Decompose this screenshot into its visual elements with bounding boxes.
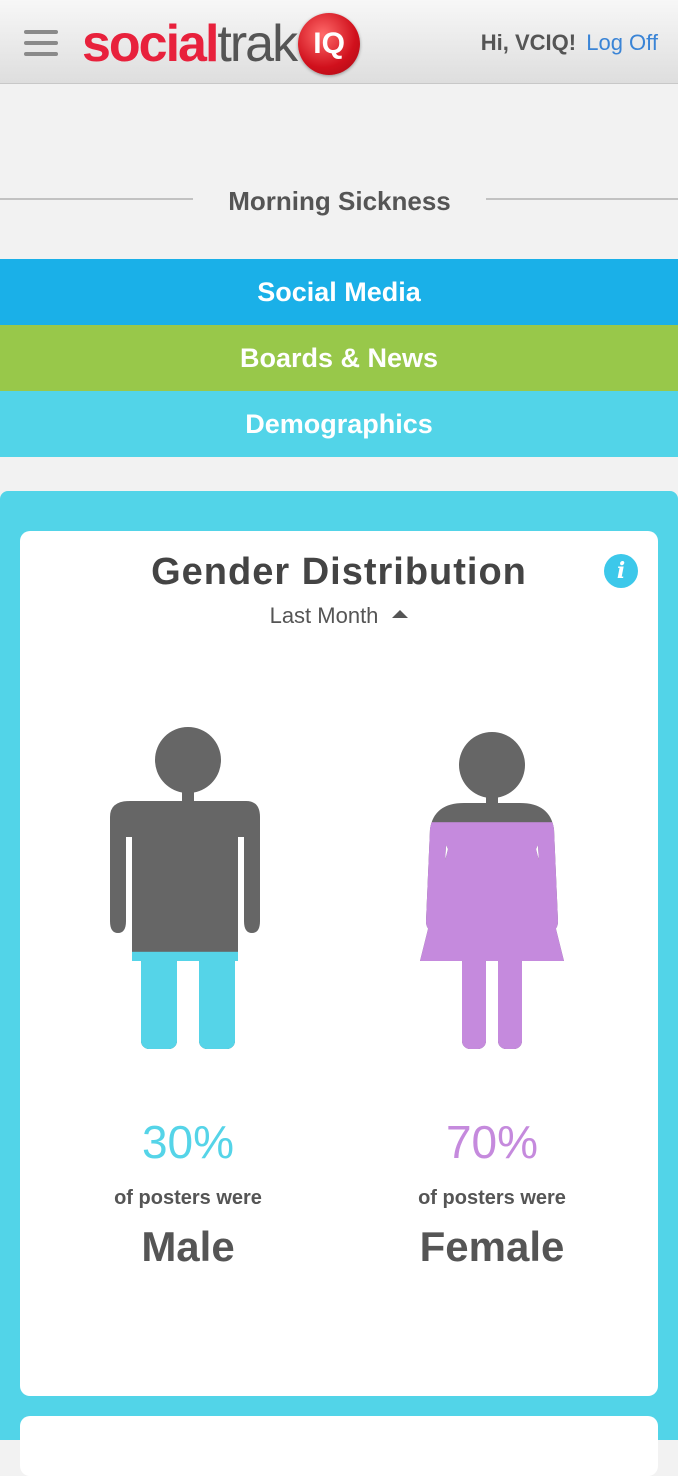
- logoff-link[interactable]: Log Off: [586, 30, 658, 55]
- male-fill: [110, 951, 260, 1049]
- male-caption: of posters were: [114, 1187, 262, 1209]
- nav-social-media[interactable]: Social Media: [0, 259, 678, 325]
- period-label: Last Month: [269, 603, 379, 628]
- user-greeting: Hi, VCIQ! Log Off: [481, 30, 658, 56]
- topic-title: Morning Sickness: [228, 186, 451, 216]
- topic-heading: Morning Sickness: [0, 182, 678, 222]
- socialtrak-logo[interactable]: social trak IQ: [82, 12, 361, 76]
- app-header: social trak IQ Hi, VCIQ! Log Off: [0, 0, 678, 84]
- divider-left: [0, 198, 193, 200]
- female-label: Female: [419, 1223, 565, 1270]
- logo-social-text: social: [82, 15, 219, 73]
- logo-trak-text: trak: [217, 15, 298, 73]
- greeting-text: Hi, VCIQ!: [480, 30, 577, 55]
- period-selector[interactable]: Last Month: [20, 603, 658, 629]
- female-fill: [420, 822, 564, 1049]
- demographics-panel: Gender Distribution i Last Month 30% of …: [0, 491, 678, 1476]
- divider-right: [486, 198, 678, 200]
- card-title: Gender Distribution: [151, 551, 527, 593]
- logo-iq-badge: IQ: [298, 13, 361, 75]
- female-figure-icon: [420, 732, 564, 1049]
- female-caption: of posters were: [418, 1187, 566, 1209]
- nav-demographics[interactable]: Demographics: [0, 391, 678, 457]
- nav-boards-news[interactable]: Boards & News: [0, 325, 678, 391]
- female-percent: 70%: [445, 1116, 539, 1168]
- next-card: [20, 1416, 658, 1476]
- male-percent: 30%: [141, 1116, 235, 1168]
- male-figure-icon: [110, 727, 260, 1049]
- caret-up-icon: [392, 610, 409, 619]
- info-icon[interactable]: i: [604, 554, 638, 588]
- hamburger-menu-icon[interactable]: [24, 30, 58, 56]
- male-label: Male: [141, 1223, 235, 1270]
- gender-distribution-card: Gender Distribution i Last Month 30% of …: [20, 531, 658, 1396]
